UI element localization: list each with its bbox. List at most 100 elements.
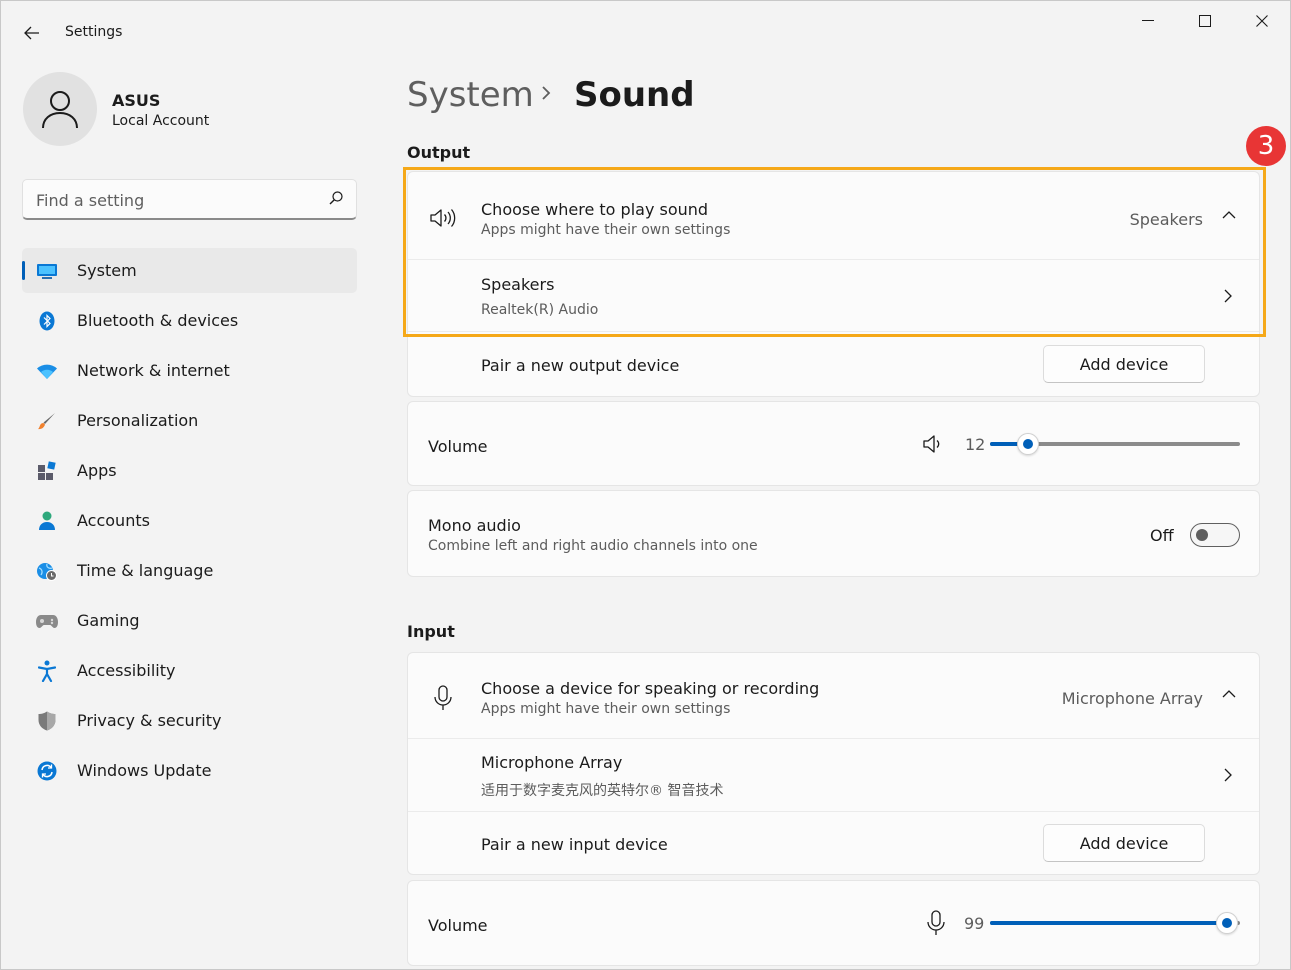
shield-icon [36, 710, 58, 732]
output-volume-slider[interactable] [990, 433, 1240, 455]
accounts-icon [36, 510, 58, 532]
selected-input-value: Microphone Array [1061, 689, 1203, 708]
close-button[interactable] [1239, 5, 1285, 37]
sidebar-item-label: Apps [77, 461, 117, 480]
toggle-knob [1196, 529, 1208, 541]
update-icon [36, 760, 58, 782]
sidebar-item-accounts[interactable]: Accounts [22, 498, 357, 543]
choose-input-title: Choose a device for speaking or recordin… [481, 679, 820, 698]
input-section-title: Input [407, 622, 455, 641]
step-badge: 3 [1246, 126, 1286, 166]
chevron-up-icon[interactable] [1221, 689, 1237, 699]
chevron-right-icon [1224, 289, 1232, 303]
input-volume-card: Volume 99 [407, 880, 1260, 966]
slider-thumb[interactable] [1017, 433, 1040, 455]
input-device-row[interactable]: Microphone Array 适用于数字麦克风的英特尔® 智音技术 [408, 739, 1259, 811]
output-device-card: Choose where to play sound Apps might ha… [407, 171, 1260, 397]
sidebar-item-label: Network & internet [77, 361, 230, 380]
sidebar-item-label: Privacy & security [77, 711, 222, 730]
search-icon [329, 191, 343, 205]
chevron-right-icon [542, 86, 551, 100]
minimize-button[interactable] [1125, 5, 1171, 37]
breadcrumb-parent[interactable]: System [407, 75, 534, 115]
globe-clock-icon [36, 560, 58, 582]
sidebar-item-label: System [77, 261, 137, 280]
mono-audio-state: Off [1150, 526, 1174, 545]
sidebar-item-gaming[interactable]: Gaming [22, 598, 357, 643]
title-bar: Settings [1, 1, 1290, 45]
input-volume-label: Volume [428, 916, 488, 935]
output-volume-value: 12 [965, 435, 986, 454]
avatar[interactable] [23, 72, 97, 146]
search-input[interactable]: Find a setting [22, 179, 357, 220]
pair-output-row: Pair a new output device Add device [408, 332, 1259, 398]
input-device-driver: 适用于数字麦克风的英特尔® 智音技术 [481, 783, 724, 799]
settings-window: Settings ASUS Local Account Find a setti… [0, 0, 1291, 970]
output-device-row[interactable]: Speakers Realtek(R) Audio [408, 260, 1259, 331]
accessibility-icon [36, 660, 58, 682]
maximize-button[interactable] [1182, 5, 1228, 37]
output-volume-label: Volume [428, 437, 488, 456]
microphone-icon [434, 685, 452, 710]
pair-output-label: Pair a new output device [481, 356, 680, 375]
sidebar-nav: System Bluetooth & devices Network & int… [22, 248, 357, 798]
output-volume-card: Volume 12 [407, 401, 1260, 486]
sidebar-item-time-language[interactable]: Time & language [22, 548, 357, 593]
input-device-card: Choose a device for speaking or recordin… [407, 652, 1260, 875]
sidebar-item-label: Gaming [77, 611, 140, 630]
sidebar-item-label: Bluetooth & devices [77, 311, 239, 330]
microphone-icon[interactable] [926, 910, 946, 936]
volume-low-icon[interactable] [923, 435, 943, 453]
choose-input-row[interactable]: Choose a device for speaking or recordin… [408, 653, 1259, 738]
pair-input-row: Pair a new input device Add device [408, 812, 1259, 876]
search-placeholder: Find a setting [36, 191, 145, 210]
chevron-right-icon [1224, 768, 1232, 782]
mono-audio-toggle[interactable] [1190, 523, 1240, 547]
brush-icon [36, 410, 58, 432]
app-title: Settings [65, 24, 123, 40]
choose-input-subtitle: Apps might have their own settings [481, 701, 731, 717]
profile-account-type: Local Account [112, 113, 210, 129]
output-device-name: Speakers [481, 275, 555, 294]
choose-output-row[interactable]: Choose where to play sound Apps might ha… [408, 172, 1259, 259]
profile-name: ASUS [112, 91, 161, 110]
selected-output-value: Speakers [1129, 210, 1203, 229]
input-device-name: Microphone Array [481, 753, 623, 772]
choose-output-title: Choose where to play sound [481, 200, 709, 219]
maximize-icon [1199, 15, 1211, 27]
input-volume-slider[interactable] [990, 912, 1240, 934]
sidebar-item-personalization[interactable]: Personalization [22, 398, 357, 443]
mono-audio-title: Mono audio [428, 516, 521, 535]
slider-fill [990, 921, 1227, 925]
chevron-up-icon[interactable] [1221, 210, 1237, 220]
active-indicator [22, 261, 25, 280]
apps-icon [36, 460, 58, 482]
output-section-title: Output [407, 143, 471, 162]
close-icon [1256, 15, 1268, 27]
pair-input-label: Pair a new input device [481, 835, 668, 854]
sidebar-item-network[interactable]: Network & internet [22, 348, 357, 393]
user-icon [42, 91, 78, 129]
sidebar-item-windows-update[interactable]: Windows Update [22, 748, 357, 793]
back-button[interactable] [15, 19, 49, 47]
page-title: Sound [574, 75, 695, 115]
sidebar-item-label: Windows Update [77, 761, 212, 780]
sidebar-item-apps[interactable]: Apps [22, 448, 357, 493]
sidebar-item-accessibility[interactable]: Accessibility [22, 648, 357, 693]
system-icon [36, 260, 58, 282]
input-volume-value: 99 [964, 914, 985, 933]
sidebar-item-system[interactable]: System [22, 248, 357, 293]
mono-audio-subtitle: Combine left and right audio channels in… [428, 538, 758, 554]
choose-output-subtitle: Apps might have their own settings [481, 222, 731, 238]
sidebar-item-label: Time & language [77, 561, 214, 580]
bluetooth-icon [36, 310, 58, 332]
slider-thumb[interactable] [1215, 912, 1238, 934]
add-input-device-button[interactable]: Add device [1043, 824, 1205, 862]
sidebar-item-bluetooth[interactable]: Bluetooth & devices [22, 298, 357, 343]
sidebar-item-label: Accessibility [77, 661, 176, 680]
add-output-device-button[interactable]: Add device [1043, 345, 1205, 383]
sidebar-item-label: Accounts [77, 511, 150, 530]
sidebar-item-privacy-security[interactable]: Privacy & security [22, 698, 357, 743]
minimize-icon [1142, 20, 1154, 21]
speaker-icon [430, 209, 456, 227]
